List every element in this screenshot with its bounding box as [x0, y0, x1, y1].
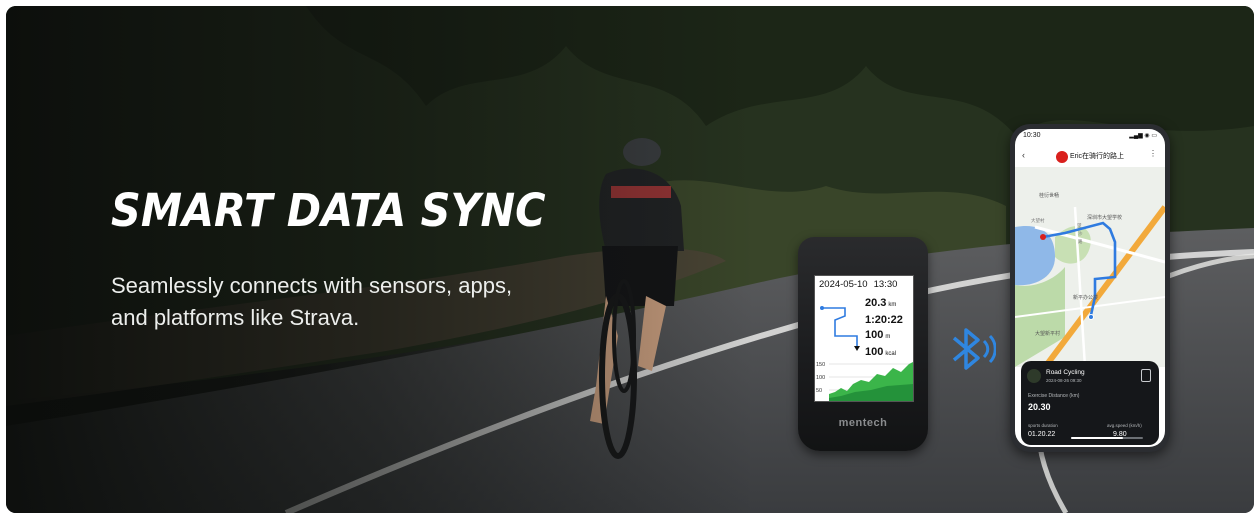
activity-title: Road Cycling [1046, 369, 1085, 376]
phone-header-title: Eric在骑行的路上 [1070, 153, 1125, 160]
speed-label: avg.speed (km/h) [1107, 423, 1142, 428]
device-icon [1141, 369, 1151, 382]
hero-subtitle: Seamlessly connects with sensors, apps, … [111, 273, 513, 330]
device-distance: 20.3 km [865, 297, 897, 309]
avatar [1055, 150, 1069, 164]
signal-battery-icon: ▂▄▆ ◉ ▭ [1129, 133, 1157, 139]
device-datetime: 2024-05-10 13:30 [819, 279, 903, 290]
bike-computer-screen: 2024-05-10 13:30 20.3 km 1:20:22 100 m 100 k… [814, 275, 914, 402]
back-arrow-icon[interactable]: ‹ [1022, 150, 1025, 160]
phone-screen: 10:30 ▂▄▆ ◉ ▭ ‹ Eric在骑行的路上 ⋮ 桂衍世畅 深圳市大望学… [1015, 129, 1165, 447]
map-label: 望 [1077, 222, 1082, 228]
map-label: 桂衍世畅 [1039, 192, 1059, 199]
activity-progress-bar [1071, 437, 1143, 439]
map-label: 大望村 [1031, 217, 1045, 224]
device-time: 13:30 [873, 279, 898, 290]
chart-tick: 50 [816, 388, 822, 394]
map-label: 大望新平村 [1035, 330, 1060, 337]
duration-label: sports duration [1028, 423, 1058, 428]
device-elevation: 100 m [865, 329, 891, 341]
duration-value: 01.20.22 [1028, 431, 1056, 438]
map-label: 路 [1078, 238, 1083, 245]
hero-banner: SMART DATA SYNC Seamlessly connects with… [6, 6, 1254, 513]
map-label: 沙 [1078, 231, 1083, 236]
chart-tick: 150 [816, 362, 825, 368]
speed-value: 9.80 [1113, 431, 1127, 438]
bike-computer: 2024-05-10 13:30 20.3 km 1:20:22 100 m 100 k… [798, 237, 928, 451]
distance-value: 20.30 [1028, 402, 1051, 412]
chart-tick: 100 [816, 375, 825, 381]
distance-label: Exercise Distance (km) [1028, 393, 1080, 399]
more-options-icon[interactable]: ⋮ [1149, 149, 1157, 158]
device-route-map [820, 306, 860, 351]
activity-card[interactable]: Road Cycling 2024-08-26 09:30 Exercise D… [1021, 361, 1159, 445]
activity-date: 2024-08-26 09:30 [1046, 378, 1082, 383]
device-duration: 1:20:22 [865, 314, 903, 326]
phone-app-header: ‹ Eric在骑行的路上 ⋮ [1015, 145, 1165, 167]
phone-mockup: 10:30 ▂▄▆ ◉ ▭ ‹ Eric在骑行的路上 ⋮ 桂衍世畅 深圳市大望学… [1010, 124, 1170, 452]
phone-route-map: 桂衍世畅 深圳市大望学校 大望村 望 沙 路 新平办公楼 大望新平村 [1015, 167, 1165, 367]
phone-status-time: 10:30 [1023, 132, 1041, 139]
map-label: 新平办公楼 [1073, 294, 1098, 301]
device-stats: 20.3 km 1:20:22 100 m 100 kcal [865, 296, 913, 362]
device-brand-logo: mentech [838, 417, 888, 429]
bluetooth-icon [952, 328, 996, 370]
page-title: SMART DATA SYNC [111, 184, 546, 237]
map-label: 深圳市大望学校 [1087, 214, 1122, 221]
cycling-icon [1027, 369, 1041, 383]
device-elevation-chart: 150 100 50 [816, 362, 913, 401]
device-date: 2024-05-10 [819, 279, 868, 290]
